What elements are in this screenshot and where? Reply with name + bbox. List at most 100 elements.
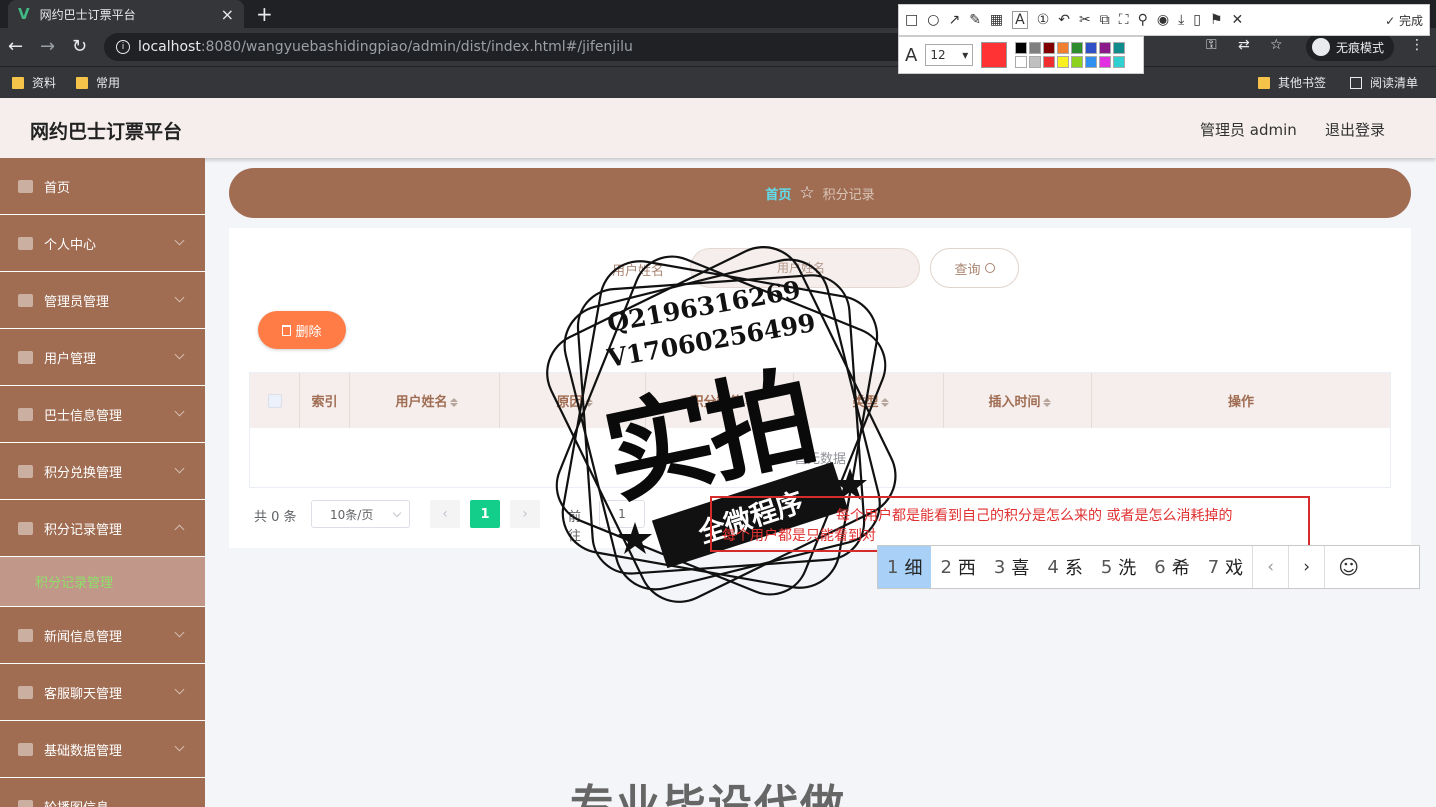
ime-candidate[interactable]: 3喜 xyxy=(985,546,1038,588)
select-all-checkbox-cell[interactable] xyxy=(250,373,300,428)
pen-tool-icon[interactable]: ✎ xyxy=(969,12,981,28)
incognito-badge[interactable]: 无痕模式 xyxy=(1306,33,1395,61)
ime-candidate-number: 7 xyxy=(1207,556,1220,578)
select-all-checkbox[interactable] xyxy=(267,393,282,408)
current-color-swatch[interactable] xyxy=(981,42,1008,68)
color-swatch[interactable] xyxy=(1043,56,1056,68)
ellipse-tool-icon[interactable]: ○ xyxy=(927,12,939,28)
color-swatch[interactable] xyxy=(1099,42,1112,54)
bookmark-folder[interactable]: 常用 xyxy=(76,74,120,91)
sidebar-item-users[interactable]: 用户管理 xyxy=(0,329,205,386)
color-swatch[interactable] xyxy=(1015,42,1028,54)
ime-prev-icon[interactable]: ‹ xyxy=(1252,546,1288,588)
ime-candidate[interactable]: 4系 xyxy=(1038,546,1091,588)
undo-icon[interactable]: ↶ xyxy=(1058,12,1070,28)
arrow-tool-icon[interactable]: ↗ xyxy=(948,12,960,28)
page-size-select[interactable]: 10条/页 xyxy=(311,500,410,528)
sidebar-item-admins[interactable]: 管理员管理 xyxy=(0,272,205,329)
done-button[interactable]: ✓ 完成 xyxy=(1385,12,1423,29)
ime-candidate[interactable]: 1细 xyxy=(878,546,932,588)
font-size-select[interactable]: 12 ▾ xyxy=(925,44,974,66)
color-swatch[interactable] xyxy=(1057,42,1070,54)
ime-candidate[interactable]: 2西 xyxy=(931,546,984,588)
logout-link[interactable]: 退出登录 xyxy=(1325,119,1385,140)
forward-icon[interactable]: → xyxy=(40,36,55,57)
sidebar-item-carousel[interactable]: 轮播图信息 xyxy=(0,778,205,807)
sidebar-subitem-points-records[interactable]: 积分记录管理 xyxy=(0,557,205,607)
color-swatch[interactable] xyxy=(1099,56,1112,68)
color-swatch[interactable] xyxy=(1071,42,1084,54)
sidebar-item-home[interactable]: 首页 xyxy=(0,158,205,215)
bookmark-icon[interactable]: ⚑ xyxy=(1210,12,1223,28)
phone-icon[interactable]: ▯ xyxy=(1193,12,1201,28)
menu-dots-icon[interactable]: ⋮ xyxy=(1410,37,1424,53)
reading-list[interactable]: 阅读清单 xyxy=(1350,74,1418,91)
close-icon[interactable]: ✕ xyxy=(1232,12,1244,28)
browser-tab[interactable]: V 网约巴士订票平台 × xyxy=(8,0,244,28)
translate-icon[interactable]: ⇄ xyxy=(1238,37,1250,53)
annotation-textbox[interactable]: 每个用户都是能看到自己的积分是怎么来的 或者是怎么消耗掉的 每个用户都是只能看到… xyxy=(710,496,1310,552)
caret-down-icon: ▾ xyxy=(962,48,969,62)
ime-candidate[interactable]: 6希 xyxy=(1145,546,1198,588)
reading-list-icon xyxy=(1350,76,1362,89)
tab-title: 网约巴士订票平台 xyxy=(39,7,136,22)
sidebar-item-personal[interactable]: 个人中心 xyxy=(0,215,205,272)
back-icon[interactable]: ← xyxy=(8,36,23,57)
column-header-insert-time[interactable]: 插入时间 xyxy=(944,373,1092,428)
translate-tool-icon[interactable]: ⧉ xyxy=(1100,12,1110,28)
vue-logo-icon: V xyxy=(18,5,30,23)
color-swatch[interactable] xyxy=(1057,56,1070,68)
scan-icon[interactable]: ⛶ xyxy=(1119,12,1129,28)
ime-candidate[interactable]: 5洗 xyxy=(1092,546,1145,588)
color-swatch[interactable] xyxy=(1015,56,1028,68)
color-swatch[interactable] xyxy=(1043,42,1056,54)
download-icon[interactable]: ⤓ xyxy=(1178,12,1184,28)
sidebar-item-news[interactable]: 新闻信息管理 xyxy=(0,607,205,664)
column-header-username[interactable]: 用户姓名 xyxy=(350,373,500,428)
cut-icon[interactable]: ✂ xyxy=(1079,12,1091,28)
sidebar-item-base-data[interactable]: 基础数据管理 xyxy=(0,721,205,778)
page-number-current[interactable]: 1 xyxy=(470,500,500,528)
color-swatch[interactable] xyxy=(1085,56,1098,68)
color-swatch[interactable] xyxy=(1085,42,1098,54)
app-header: 网约巴士订票平台 管理员 admin 退出登录 xyxy=(0,98,1436,158)
record-icon[interactable]: ◉ xyxy=(1157,12,1169,28)
folder-icon xyxy=(12,76,24,89)
new-tab-icon[interactable]: + xyxy=(256,2,273,26)
breadcrumb-home[interactable]: 首页 xyxy=(765,184,791,203)
document-icon xyxy=(18,350,33,364)
screenshot-color-panel: A 12 ▾ xyxy=(898,36,1144,74)
color-swatch[interactable] xyxy=(1113,56,1126,68)
text-tool-icon[interactable]: A xyxy=(1012,11,1028,29)
pin-icon[interactable]: ⚲ xyxy=(1138,12,1148,28)
delete-button[interactable]: 删除 xyxy=(258,311,346,349)
bookmark-label: 其他书签 xyxy=(1278,76,1327,90)
color-swatch[interactable] xyxy=(1029,56,1042,68)
color-swatch[interactable] xyxy=(1113,42,1126,54)
mosaic-tool-icon[interactable]: ▦ xyxy=(990,12,1003,28)
user-icon xyxy=(18,236,33,250)
star-icon[interactable]: ☆ xyxy=(1270,37,1283,53)
rectangle-tool-icon[interactable]: □ xyxy=(905,12,918,28)
close-icon[interactable]: × xyxy=(221,5,234,24)
key-icon[interactable]: ⚿ xyxy=(1206,37,1217,53)
ime-candidate-char: 细 xyxy=(904,558,923,579)
prev-page-button[interactable]: ‹ xyxy=(430,500,460,528)
sidebar-item-chat[interactable]: 客服聊天管理 xyxy=(0,664,205,721)
column-label: 操作 xyxy=(1227,395,1254,410)
color-swatch[interactable] xyxy=(1029,42,1042,54)
bookmark-label: 常用 xyxy=(96,76,121,90)
reload-icon[interactable]: ↻ xyxy=(72,36,87,57)
bookmark-folder[interactable]: 其他书签 xyxy=(1258,74,1326,91)
sidebar-item-points-exchange[interactable]: 积分兑换管理 xyxy=(0,443,205,500)
bookmark-folder[interactable]: 资料 xyxy=(12,74,56,91)
ime-candidate[interactable]: 7戏 xyxy=(1199,546,1252,588)
number-tool-icon[interactable]: ① xyxy=(1037,12,1050,28)
info-icon[interactable]: i xyxy=(116,40,130,54)
color-swatch[interactable] xyxy=(1071,56,1084,68)
emoji-icon[interactable]: ☺ xyxy=(1324,546,1372,588)
query-button[interactable]: 查询 xyxy=(930,248,1019,288)
ime-next-icon[interactable]: › xyxy=(1288,546,1324,588)
sidebar-item-bus[interactable]: 巴士信息管理 xyxy=(0,386,205,443)
sidebar-item-points-records[interactable]: 积分记录管理 xyxy=(0,500,205,557)
